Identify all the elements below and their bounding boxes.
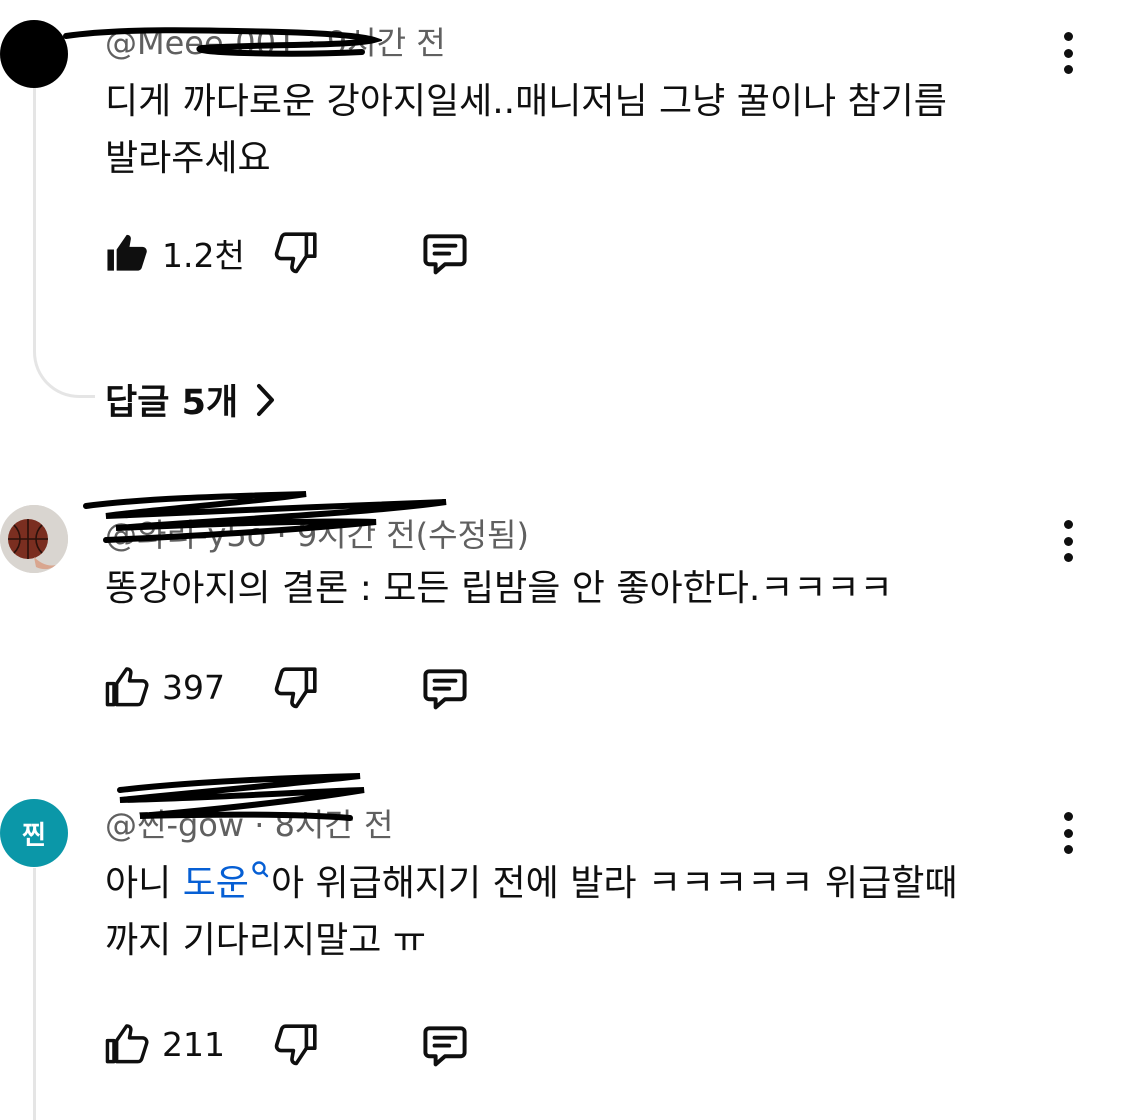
thread-line-3 xyxy=(33,868,36,1120)
dislike-button-3[interactable] xyxy=(272,1021,320,1069)
thread-line xyxy=(33,88,36,300)
comment-3-text-suffix: 아 위급해지기 전에 발라 ㅋㅋㅋㅋㅋ 위급할때 xyxy=(270,863,958,904)
reply-icon xyxy=(423,234,467,275)
thumbs-down-icon xyxy=(274,667,317,709)
reply-icon xyxy=(423,669,467,710)
comment-2-meta: @와리-y5o · 9시간 전(수정됨) xyxy=(105,516,529,554)
comment-2-text: 똥강아지의 결론 : 모든 립밤을 안 좋아한다.ㅋㅋㅋㅋ xyxy=(105,568,893,609)
like-button-2[interactable]: 397 xyxy=(104,664,225,710)
avatar-comment-1[interactable] xyxy=(0,20,68,88)
like-count-3: 211 xyxy=(162,1024,225,1064)
mention-link[interactable]: 도운 xyxy=(183,863,249,904)
comment-3-text-line1: 아니 도운 아 위급해지기 전에 발라 ㅋㅋㅋㅋㅋ 위급할때 xyxy=(105,855,957,912)
dislike-button-1[interactable] xyxy=(272,229,320,277)
avatar-letter: 찐 xyxy=(22,820,46,851)
comment-3-text-line2: 까지 기다리지말고 ㅠ xyxy=(105,920,426,961)
comment-3-meta: @찐-gow · 8시간 전 xyxy=(105,806,394,844)
dislike-button-2[interactable] xyxy=(272,664,320,712)
like-count-1: 1.2천 xyxy=(162,236,245,275)
comment-3-text-prefix: 아니 xyxy=(105,863,183,904)
avatar-comment-3[interactable]: 찐 xyxy=(0,799,68,867)
view-replies-button[interactable]: 답글 5개 xyxy=(105,374,276,425)
reply-button-2[interactable] xyxy=(420,664,470,714)
more-vert-icon[interactable] xyxy=(1061,32,1075,74)
comment-1-text-line2: 발라주세요 xyxy=(105,138,271,179)
like-count-2: 397 xyxy=(162,667,225,707)
reply-button-1[interactable] xyxy=(420,229,470,279)
chevron-right-icon xyxy=(257,383,275,416)
like-button-1[interactable]: 1.2천 xyxy=(104,229,245,277)
thumbs-up-icon xyxy=(107,234,147,271)
like-button-3[interactable]: 211 xyxy=(104,1021,225,1067)
basketball-avatar-image xyxy=(0,505,68,573)
thread-curve xyxy=(33,300,95,398)
avatar-comment-2[interactable] xyxy=(0,505,68,573)
comment-1-text-line1: 디게 까다로운 강아지일세..매니저님 그냥 꿀이나 참기름 xyxy=(105,81,947,122)
more-vert-icon[interactable] xyxy=(1061,520,1075,562)
comment-3-text: 아니 도운 아 위급해지기 전에 발라 ㅋㅋㅋㅋㅋ 위급할때 까지 기다리지말고 … xyxy=(105,855,957,969)
replies-label: 답글 5개 xyxy=(105,383,239,423)
thumbs-down-icon xyxy=(274,1024,317,1066)
reply-button-3[interactable] xyxy=(420,1021,470,1071)
thumbs-up-icon xyxy=(105,1024,149,1064)
reply-icon xyxy=(423,1026,467,1067)
more-vert-icon[interactable] xyxy=(1061,812,1075,854)
comment-1-meta: @Meee-001 · 9시간 전 xyxy=(105,24,446,62)
thumbs-down-icon xyxy=(274,232,317,274)
thumbs-up-icon xyxy=(105,667,149,707)
comment-1-text: 디게 까다로운 강아지일세..매니저님 그냥 꿀이나 참기름 발라주세요 xyxy=(105,73,947,187)
search-icon[interactable] xyxy=(249,859,271,881)
